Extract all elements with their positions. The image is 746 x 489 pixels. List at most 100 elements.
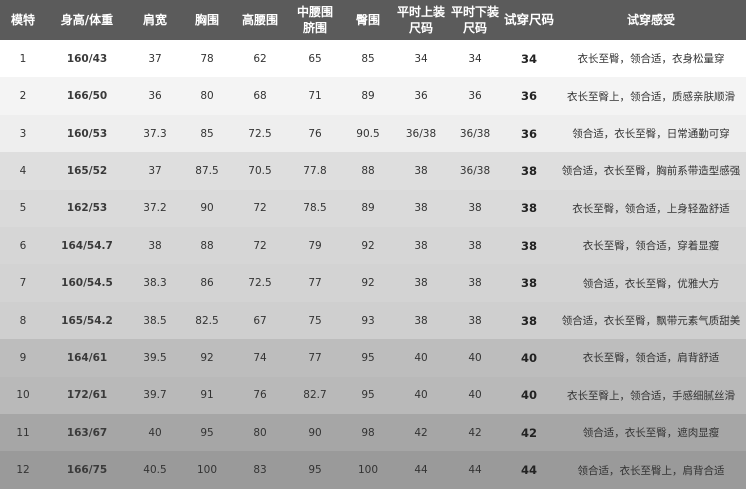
bust-cell: 90: [200, 202, 214, 215]
usual-top-size-cell: 40: [414, 389, 428, 402]
high-waist-cell: 72: [253, 239, 267, 252]
height-weight-cell: 166/50: [66, 90, 108, 103]
hip-cell: 89: [361, 202, 375, 215]
fit-size-cell: 40: [520, 350, 537, 365]
fit-feel-cell: 衣长至臀，领合适，上身轻盈舒适: [572, 202, 730, 215]
fit-size-cell: 34: [520, 51, 537, 66]
usual-bottom-size-cell: 42: [468, 426, 482, 439]
header-fit-size: 试穿尺码: [503, 12, 554, 27]
bust-cell: 91: [200, 389, 214, 402]
model-cell: 3: [19, 127, 27, 140]
shoulder-cell: 40.5: [143, 464, 167, 477]
shoulder-cell: 36: [148, 90, 162, 103]
model-cell: 10: [16, 389, 30, 402]
fit-feel-cell: 衣长至臀上，领合适，手感细腻丝滑: [567, 389, 735, 402]
model-cell: 8: [19, 314, 27, 327]
size-fit-table: 模特 身高/体重 肩宽 胸围 高腰围 中腰围 脐围 臀围 平时上装 尺码 平时下装 尺码 试穿尺码…: [0, 0, 746, 489]
fit-size-cell: 38: [520, 313, 537, 328]
usual-bottom-size-cell: 44: [468, 464, 482, 477]
usual-bottom-size-cell: 34: [468, 52, 482, 65]
header-shoulder: 肩宽: [142, 13, 167, 27]
table-row: 5 162/53 37.2 90 72 78.5 89 38 38 38 衣长至臀，领合适，上身轻盈…: [0, 189, 746, 228]
table-row: 12 166/75 40.5 100 83 95 100 44 44 44 领合适，衣长至臀上，肩背…: [0, 451, 746, 489]
mid-waist-cell: 90: [308, 426, 322, 439]
table-row: 6 164/54.7 38 88 72 79 92 38 38 38 衣长至臀，领合适，穿着显瘦: [0, 227, 746, 265]
mid-waist-cell: 65: [308, 52, 322, 65]
fit-size-cell: 36: [520, 126, 537, 141]
usual-bottom-size-cell: 36/38: [459, 164, 491, 177]
usual-top-size-cell: 38: [414, 314, 428, 327]
hip-cell: 92: [361, 239, 375, 252]
fit-size-cell: 44: [520, 463, 537, 478]
fit-feel-cell: 衣长至臀，领合适，衣身松量穿: [577, 53, 725, 66]
usual-bottom-size-cell: 40: [468, 351, 482, 364]
header-height-weight: 身高/体重: [60, 13, 114, 27]
shoulder-cell: 40: [148, 426, 162, 439]
usual-bottom-size-cell: 40: [468, 389, 482, 402]
shoulder-cell: 37: [148, 164, 162, 177]
usual-top-size-cell: 38: [414, 164, 428, 177]
height-weight-cell: 165/54.2: [61, 314, 113, 327]
height-weight-cell: 162/53: [66, 202, 108, 215]
high-waist-cell: 72: [253, 202, 267, 215]
height-weight-cell: 163/67: [66, 426, 108, 439]
usual-top-size-cell: 42: [414, 426, 428, 439]
model-cell: 12: [16, 464, 30, 477]
bust-cell: 95: [200, 426, 214, 439]
usual-top-size-cell: 40: [414, 351, 428, 364]
table-row: 1 160/43 37 78 62 65 85 34 34 34 衣长至臀，领合适，衣身松量穿: [0, 40, 746, 78]
hip-cell: 85: [361, 52, 375, 65]
model-cell: 6: [19, 239, 27, 252]
height-weight-cell: 172/61: [66, 389, 108, 402]
table-row: 7 160/54.5 38.3 86 72.5 77 92 38 38 38 领合适，衣长至臀，优雅…: [0, 264, 746, 302]
fit-feel-cell: 领合适，衣长至臀，日常通勤可穿: [572, 128, 730, 141]
bust-cell: 80: [200, 90, 214, 103]
mid-waist-cell: 77: [308, 351, 322, 364]
hip-cell: 90.5: [356, 127, 380, 140]
bust-cell: 100: [196, 464, 218, 477]
model-cell: 9: [19, 351, 27, 364]
fit-size-cell: 36: [520, 89, 537, 104]
height-weight-cell: 164/61: [66, 351, 108, 364]
model-cell: 7: [19, 277, 27, 290]
fit-feel-cell: 领合适，衣长至臀，飘带元素气质甜美: [561, 315, 741, 328]
bust-cell: 86: [200, 277, 214, 290]
fit-size-cell: 38: [520, 201, 537, 216]
usual-bottom-size-cell: 38: [468, 277, 482, 290]
high-waist-cell: 83: [253, 464, 267, 477]
shoulder-cell: 38.3: [143, 277, 167, 290]
fit-feel-cell: 衣长至臀上，领合适，质感亲肤顺滑: [567, 90, 735, 103]
model-cell: 4: [19, 164, 27, 177]
fit-feel-cell: 领合适，衣长至臀上，肩背合适: [577, 464, 725, 477]
hip-cell: 98: [361, 426, 375, 439]
bust-cell: 85: [200, 127, 214, 140]
fit-size-cell: 38: [520, 163, 537, 178]
usual-top-size-cell: 44: [414, 464, 428, 477]
table-body: 1 160/43 37 78 62 65 85 34 34 34 衣长至臀，领合适，衣身松量穿 2 16…: [0, 40, 746, 489]
header-fit-feel: 试穿感受: [626, 13, 675, 27]
header-high-waist: 高腰围: [241, 13, 278, 27]
high-waist-cell: 72.5: [248, 127, 272, 140]
fit-feel-cell: 衣长至臀，领合适，肩背舒适: [582, 352, 720, 365]
usual-bottom-size-cell: 36: [468, 90, 482, 103]
usual-bottom-size-cell: 38: [468, 202, 482, 215]
fit-size-cell: 38: [520, 276, 537, 291]
hip-cell: 95: [361, 389, 375, 402]
header-usual-bottom-size: 平时下装 尺码: [450, 5, 499, 35]
fit-feel-cell: 领合适，衣长至臀，胸前系带造型感强: [561, 165, 741, 178]
mid-waist-cell: 71: [308, 90, 322, 103]
table-row: 2 166/50 36 80 68 71 89 36 36 36 衣长至臀上，领合适，质感亲肤顺滑: [0, 77, 746, 115]
header-bust: 胸围: [194, 13, 219, 27]
usual-bottom-size-cell: 36/38: [459, 127, 491, 140]
high-waist-cell: 74: [253, 351, 267, 364]
hip-cell: 100: [357, 464, 379, 477]
bust-cell: 82.5: [195, 314, 219, 327]
table-row: 11 163/67 40 95 80 90 98 42 42 42 领合适，衣长至臀，遮肉显瘦: [0, 414, 746, 452]
mid-waist-cell: 77.8: [303, 164, 327, 177]
usual-top-size-cell: 38: [414, 239, 428, 252]
table-row: 3 160/53 37.3 85 72.5 76 90.5 36/38 36/38 36 领合适，衣…: [0, 114, 746, 153]
table-header: 模特 身高/体重 肩宽 胸围 高腰围 中腰围 脐围 臀围 平时上装 尺码 平时下装 尺码 试穿尺码…: [0, 0, 746, 40]
mid-waist-cell: 79: [308, 239, 322, 252]
height-weight-cell: 160/43: [66, 52, 108, 65]
fit-size-cell: 40: [520, 388, 537, 403]
